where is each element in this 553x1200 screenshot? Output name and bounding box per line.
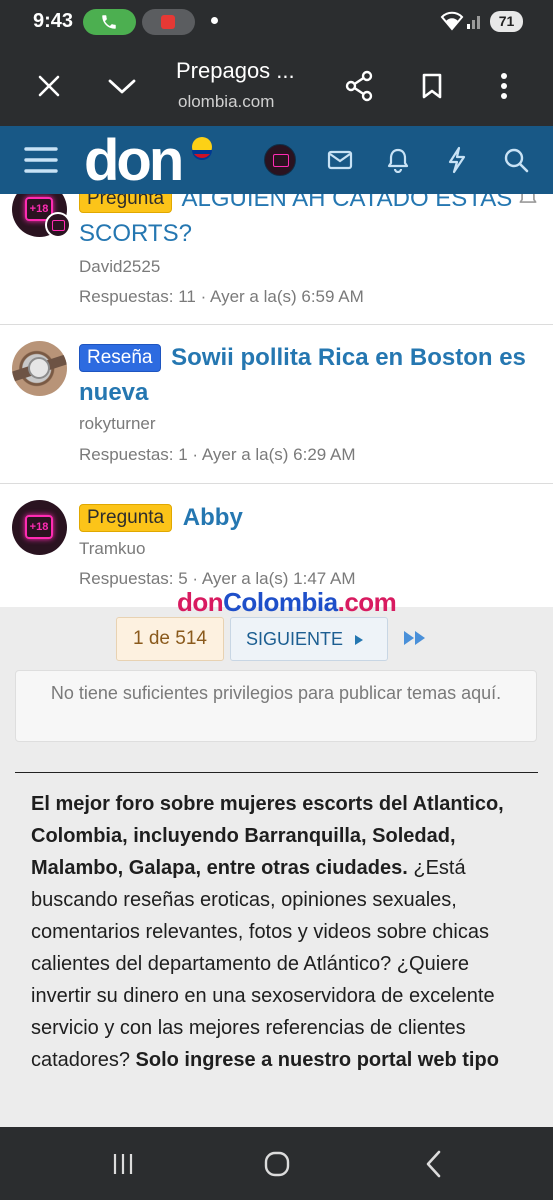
close-icon[interactable] (29, 66, 69, 106)
recording-indicator[interactable] (142, 9, 195, 35)
custom-tab-toolbar: Prepagos ... olombia.com (0, 44, 553, 126)
description-body: ¿Está buscando reseñas eroticas, opinion… (31, 857, 495, 1071)
thread-author[interactable]: David2525 (79, 257, 160, 277)
permission-notice: No tiene suficientes privilegios para pu… (15, 670, 537, 742)
bookmark-icon[interactable] (412, 66, 452, 106)
thread-meta: Respuestas: 5 · Ayer a la(s) 1:47 AM (79, 569, 356, 588)
thread-list: +18 Pregunta ALGUIEN AH CATADO ESTAS SCO… (0, 194, 553, 607)
menu-icon[interactable] (23, 142, 59, 178)
thread-meta: Respuestas: 1 · Ayer a la(s) 6:29 AM (79, 445, 356, 464)
signal-icon (467, 16, 480, 29)
divider (15, 772, 538, 773)
system-nav-bar (0, 1127, 553, 1200)
bell-icon[interactable] (380, 142, 416, 178)
site-header: don (0, 126, 553, 194)
wifi-icon (440, 11, 464, 31)
forum-description: El mejor foro sobre mujeres escorts del … (31, 788, 531, 1076)
last-page-icon[interactable] (402, 629, 428, 647)
page-url[interactable]: olombia.com (178, 92, 274, 112)
notification-dot (211, 17, 218, 24)
more-vert-icon[interactable] (484, 66, 524, 106)
page-number[interactable]: 1 de 514 (116, 617, 224, 661)
search-icon[interactable] (498, 142, 534, 178)
recents-icon[interactable] (103, 1147, 143, 1181)
phone-icon (102, 15, 116, 29)
watch-bell-icon[interactable] (517, 194, 539, 208)
thread-item[interactable]: +18 Pregunta ALGUIEN AH CATADO ESTAS SCO… (0, 194, 553, 325)
avatar[interactable] (12, 341, 67, 396)
site-logo[interactable]: don (84, 130, 214, 188)
play-icon (355, 635, 363, 645)
status-time: 9:43 (33, 10, 74, 32)
prefix-badge[interactable]: Pregunta (79, 504, 173, 532)
mail-icon[interactable] (322, 142, 358, 178)
thread-title[interactable]: Pregunta ALGUIEN AH CATADO ESTAS SCORTS? (79, 194, 513, 251)
avatar-mini (45, 212, 71, 238)
thread-title[interactable]: Reseña Sowii pollita Rica en Boston es n… (79, 340, 531, 410)
share-icon[interactable] (339, 66, 379, 106)
thread-meta: Respuestas: 11 · Ayer a la(s) 6:59 AM (79, 287, 364, 306)
description-tail: Solo ingrese a nuestro portal web tipo (135, 1049, 499, 1071)
battery-indicator: 71 (490, 11, 523, 32)
thread-item[interactable]: Reseña Sowii pollita Rica en Boston es n… (0, 325, 553, 484)
thread-title-text[interactable]: Abby (183, 504, 243, 531)
avatar-icon[interactable] (262, 142, 298, 178)
call-indicator[interactable] (83, 9, 136, 35)
watermark: donColombia.com (177, 587, 397, 617)
thread-author[interactable]: rokyturner (79, 414, 156, 434)
thread-title[interactable]: Pregunta Abby (79, 500, 531, 535)
page-footer-area: 1 de 514 SIGUIENTE No tiene suficientes … (0, 607, 553, 1127)
back-icon[interactable] (413, 1147, 453, 1181)
avatar[interactable]: +18 (12, 500, 67, 555)
next-page-button[interactable]: SIGUIENTE (230, 617, 388, 661)
prefix-badge[interactable]: Pregunta (79, 194, 173, 213)
chevron-down-icon[interactable] (102, 66, 142, 106)
logo-text: don (84, 130, 181, 188)
next-page-label: SIGUIENTE (246, 629, 344, 649)
home-icon[interactable] (257, 1147, 297, 1181)
record-icon (161, 15, 175, 29)
prefix-badge[interactable]: Reseña (79, 344, 161, 372)
thread-author[interactable]: Tramkuo (79, 539, 145, 559)
status-bar: 9:43 71 (0, 0, 553, 44)
bolt-icon[interactable] (439, 142, 475, 178)
page-title: Prepagos ... (176, 58, 295, 83)
